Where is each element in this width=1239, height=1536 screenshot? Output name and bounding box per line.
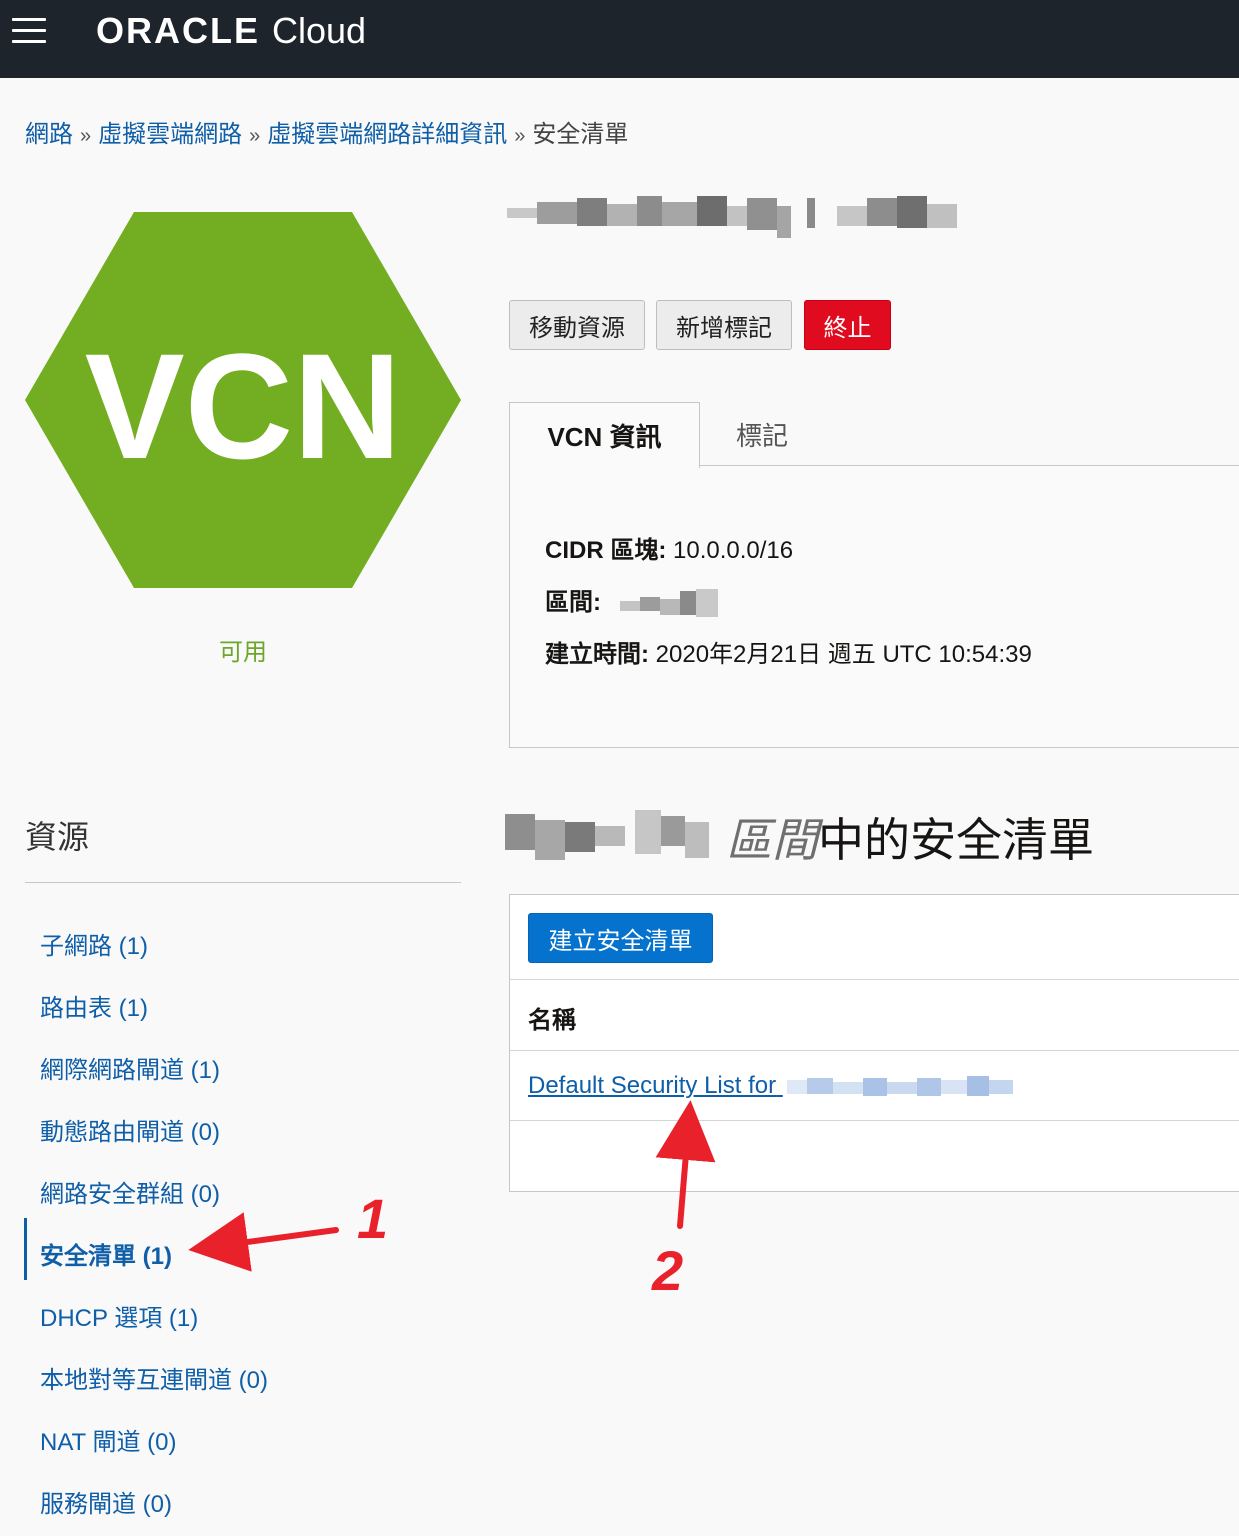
- redacted-resource-name: [507, 192, 957, 238]
- cidr-row: CIDR 區塊: 10.0.0.0/16: [545, 530, 793, 565]
- nav-security-lists[interactable]: 安全清單 (1): [40, 1236, 172, 1271]
- security-list-link[interactable]: Default Security List for: [528, 1072, 1013, 1100]
- nav-active-indicator: [24, 1218, 27, 1280]
- security-lists-heading: 區間中的安全清單: [726, 804, 1094, 870]
- created-label: 建立時間:: [545, 641, 649, 668]
- cidr-value: 10.0.0.0/16: [673, 537, 794, 564]
- oracle-cloud-logo[interactable]: ORACLE Cloud: [96, 8, 366, 54]
- cidr-label: CIDR 區塊:: [545, 537, 667, 564]
- breadcrumb-separator: »: [514, 125, 526, 147]
- logo-product: Cloud: [272, 10, 367, 51]
- nav-subnets[interactable]: 子網路 (1): [40, 926, 148, 961]
- hamburger-menu-icon[interactable]: [10, 15, 48, 45]
- nav-service-gateways[interactable]: 服務閘道 (0): [40, 1484, 172, 1519]
- status-badge: 可用: [219, 639, 267, 666]
- nav-network-security-groups[interactable]: 網路安全群組 (0): [40, 1174, 220, 1209]
- breadcrumb-vcn-details[interactable]: 虛擬雲端網路詳細資訊: [267, 121, 507, 148]
- breadcrumb-current: 安全清單: [532, 121, 629, 148]
- vcn-icon-label: VCN: [85, 322, 402, 490]
- column-header-name: 名稱: [528, 1007, 576, 1034]
- nav-nat-gateways[interactable]: NAT 閘道 (0): [40, 1422, 176, 1457]
- add-tags-button[interactable]: 新增標記: [656, 300, 792, 350]
- created-row: 建立時間: 2020年2月21日 週五 UTC 10:54:39: [545, 634, 1032, 669]
- table-divider: [510, 1120, 1239, 1121]
- annotation-number-2: 2: [652, 1239, 684, 1302]
- tab-vcn-info[interactable]: VCN 資訊: [509, 402, 700, 468]
- nav-dhcp-options[interactable]: DHCP 選項 (1): [40, 1298, 198, 1333]
- created-value: 2020年2月21日 週五 UTC 10:54:39: [655, 641, 1032, 668]
- compartment-label: 區間:: [545, 589, 601, 616]
- resources-divider: [25, 882, 461, 883]
- vcn-hexagon-icon: VCN: [25, 212, 461, 588]
- redacted-vcn-name: [786, 1075, 1013, 1096]
- top-bar: ORACLE Cloud: [0, 0, 1239, 78]
- tab-tags[interactable]: 標記: [699, 402, 825, 466]
- redacted-compartment-heading: [505, 810, 709, 860]
- nav-local-peering-gateways[interactable]: 本地對等互連閘道 (0): [40, 1360, 268, 1395]
- logo-brand: ORACLE: [96, 10, 260, 51]
- breadcrumb-vcns[interactable]: 虛擬雲端網路: [98, 121, 242, 148]
- compartment-row: 區間:: [545, 582, 720, 621]
- heading-rest: 中的安全清單: [818, 814, 1094, 866]
- breadcrumb: 網路 » 虛擬雲端網路 » 虛擬雲端網路詳細資訊 » 安全清單: [25, 114, 628, 149]
- breadcrumb-separator: »: [80, 125, 92, 147]
- arrow-1: [188, 1212, 339, 1272]
- nav-route-tables[interactable]: 路由表 (1): [40, 988, 148, 1023]
- move-resource-button[interactable]: 移動資源: [509, 300, 645, 350]
- resources-title: 資源: [25, 819, 90, 855]
- table-divider: [510, 979, 1239, 980]
- nav-dynamic-routing-gateways[interactable]: 動態路由閘道 (0): [40, 1112, 220, 1147]
- security-list-link-text: Default Security List for: [528, 1072, 777, 1099]
- annotation-number-1: 1: [357, 1187, 389, 1250]
- table-divider: [510, 1050, 1239, 1051]
- redacted-compartment-name: [619, 588, 718, 617]
- breadcrumb-separator: »: [249, 125, 261, 147]
- terminate-button[interactable]: 終止: [804, 300, 891, 350]
- create-security-list-button[interactable]: 建立安全清單: [528, 913, 713, 963]
- heading-compartment-word: 區間: [726, 814, 818, 866]
- nav-internet-gateways[interactable]: 網際網路閘道 (1): [40, 1050, 220, 1085]
- breadcrumb-networking[interactable]: 網路: [25, 121, 73, 148]
